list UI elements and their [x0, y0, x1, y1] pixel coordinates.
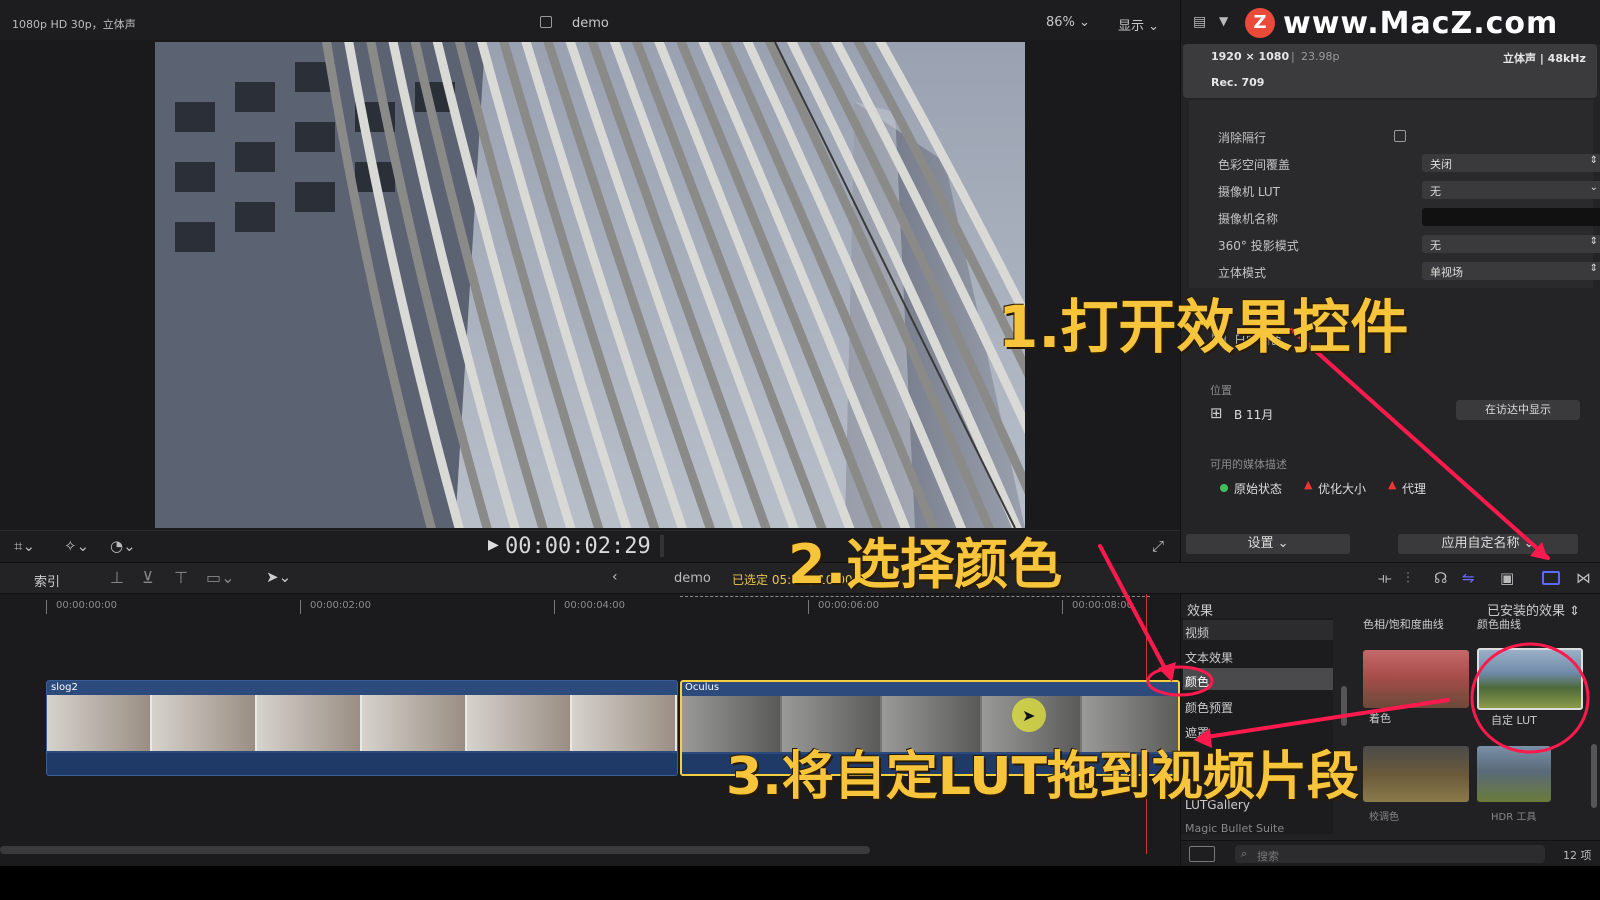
- highlight-color-category: [1146, 665, 1214, 697]
- highlight-custom-lut: [1470, 642, 1590, 754]
- annotation-step2: 2.选择颜色: [788, 533, 1063, 596]
- arrow-step3: [1198, 698, 1450, 740]
- arrow-step2: [1098, 544, 1170, 676]
- arrow-step1: [1290, 328, 1550, 560]
- arrow-head-icon: [1158, 662, 1176, 682]
- annotation-step3: 3.将自定LUT拖到视频片段: [726, 747, 1359, 807]
- annotation-step1: 1.打开效果控件: [998, 293, 1409, 361]
